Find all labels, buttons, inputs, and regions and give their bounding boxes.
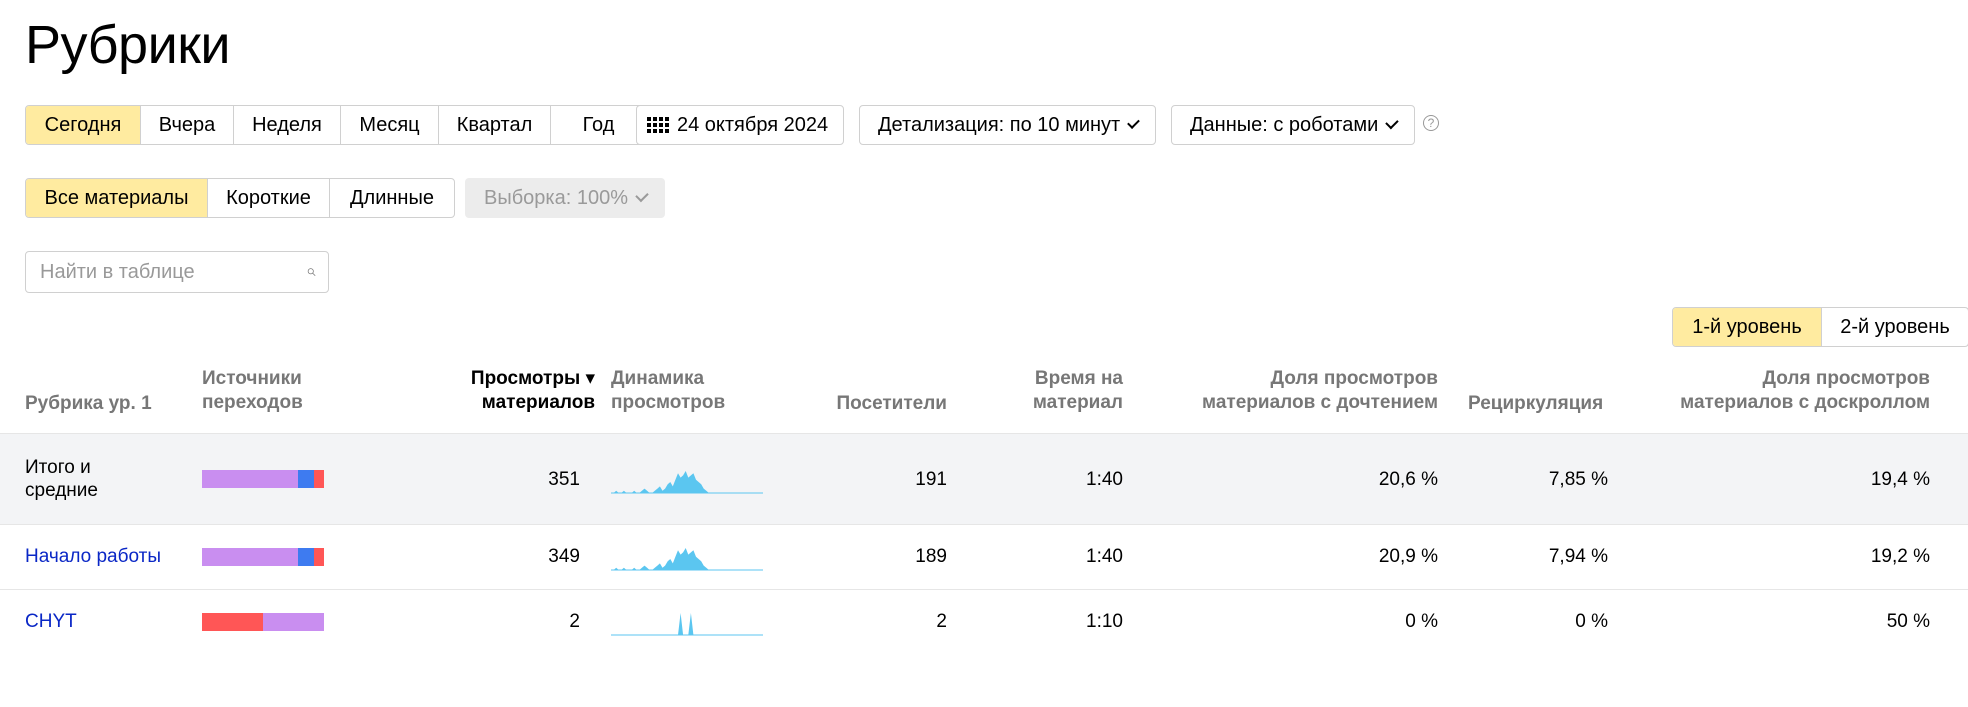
cell-rubric: Итого и средние — [25, 457, 98, 501]
cell-recirculation: 0 % — [1575, 611, 1608, 632]
source-segment-violet — [263, 613, 324, 631]
date-label: 24 октября 2024 — [677, 113, 829, 136]
sparkline-area — [611, 471, 763, 493]
row-separator — [0, 589, 1968, 590]
cell-scroll-share: 19,4 % — [1870, 469, 1930, 490]
period-today[interactable]: Сегодня — [26, 106, 141, 144]
help-icon[interactable]: ? — [1423, 115, 1439, 131]
period-yesterday[interactable]: Вчера — [141, 106, 234, 144]
source-segment-violet — [202, 470, 299, 488]
row-separator — [0, 524, 1968, 525]
table-search — [25, 251, 329, 293]
header-rubric[interactable]: Рубрика ур. 1 — [25, 392, 152, 416]
header-dynamics[interactable]: Динамика просмотров — [611, 367, 725, 415]
materials-all[interactable]: Все материалы — [26, 179, 208, 217]
materials-switcher: Все материалы Короткие Длинные — [25, 178, 455, 218]
level-switcher: 1-й уровень 2-й уровень — [1672, 307, 1968, 347]
cell-time: 1:10 — [1086, 611, 1123, 632]
data-mode-label: Данные: с роботами — [1190, 113, 1379, 136]
header-time[interactable]: Время на материал — [960, 367, 1123, 415]
level-2[interactable]: 2-й уровень — [1822, 308, 1968, 346]
cell-scroll-share: 50 % — [1886, 611, 1930, 632]
period-month[interactable]: Месяц — [341, 106, 439, 144]
sample-dropdown[interactable]: Выборка: 100% — [465, 178, 665, 218]
cell-recirculation: 7,94 % — [1548, 546, 1608, 567]
period-switcher: Сегодня Вчера Неделя Месяц Квартал Год — [25, 105, 647, 145]
sources-bar[interactable] — [202, 470, 324, 488]
header-read-share[interactable]: Доля просмотров материалов с дочтением — [1140, 367, 1438, 415]
data-mode-dropdown[interactable]: Данные: с роботами — [1171, 105, 1415, 145]
search-icon[interactable] — [307, 260, 316, 284]
cell-time: 1:40 — [1086, 546, 1123, 567]
header-views[interactable]: Просмотры ▾ материалов — [420, 367, 595, 415]
cell-scroll-share: 19,2 % — [1870, 546, 1930, 567]
sources-bar[interactable] — [202, 548, 324, 566]
source-segment-violet — [202, 548, 299, 566]
sparkline-area — [611, 548, 763, 570]
period-quarter[interactable]: Квартал — [439, 106, 551, 144]
page-title: Рубрики — [25, 15, 231, 75]
cell-visitors: 2 — [936, 611, 947, 632]
cell-time: 1:40 — [1086, 469, 1123, 490]
cell-views: 349 — [548, 546, 580, 567]
rubric-link[interactable]: Начало работы — [25, 545, 161, 568]
cell-visitors: 191 — [915, 469, 947, 490]
views-sparkline[interactable] — [611, 544, 763, 572]
header-visitors[interactable]: Посетители — [780, 392, 947, 416]
cell-read-share: 20,6 % — [1378, 469, 1438, 490]
detail-label: Детализация: по 10 минут — [878, 113, 1121, 136]
materials-long[interactable]: Длинные — [330, 179, 454, 217]
calendar-icon — [647, 117, 669, 133]
source-segment-blue — [298, 470, 315, 488]
cell-views: 351 — [548, 469, 580, 490]
date-picker-button[interactable]: 24 октября 2024 — [636, 105, 844, 145]
detail-dropdown[interactable]: Детализация: по 10 минут — [859, 105, 1156, 145]
header-sources[interactable]: Источники переходов — [202, 367, 303, 415]
materials-short[interactable]: Короткие — [208, 179, 330, 217]
chevron-down-icon — [635, 188, 649, 202]
sparkline-area — [611, 613, 763, 635]
cell-read-share: 0 % — [1405, 611, 1438, 632]
cell-views: 2 — [569, 611, 580, 632]
cell-recirculation: 7,85 % — [1548, 469, 1608, 490]
views-sparkline[interactable] — [611, 467, 763, 495]
header-scroll-share[interactable]: Доля просмотров материалов с доскроллом — [1600, 367, 1930, 415]
search-input[interactable] — [38, 259, 307, 285]
cell-read-share: 20,9 % — [1378, 546, 1438, 567]
sources-bar[interactable] — [202, 613, 324, 631]
source-segment-red — [314, 548, 324, 566]
source-segment-red — [202, 613, 263, 631]
rubric-link[interactable]: CHYT — [25, 610, 77, 633]
chevron-down-icon — [1385, 115, 1399, 129]
level-1[interactable]: 1-й уровень — [1673, 308, 1822, 346]
cell-visitors: 189 — [915, 546, 947, 567]
sample-label: Выборка: 100% — [484, 186, 628, 209]
source-segment-red — [314, 470, 324, 488]
period-week[interactable]: Неделя — [234, 106, 341, 144]
views-sparkline[interactable] — [611, 609, 763, 637]
header-separator — [0, 433, 1968, 434]
source-segment-blue — [298, 548, 315, 566]
chevron-down-icon — [1127, 115, 1140, 129]
header-recirculation[interactable]: Рециркуляция — [1468, 392, 1603, 416]
period-year[interactable]: Год — [551, 106, 646, 144]
